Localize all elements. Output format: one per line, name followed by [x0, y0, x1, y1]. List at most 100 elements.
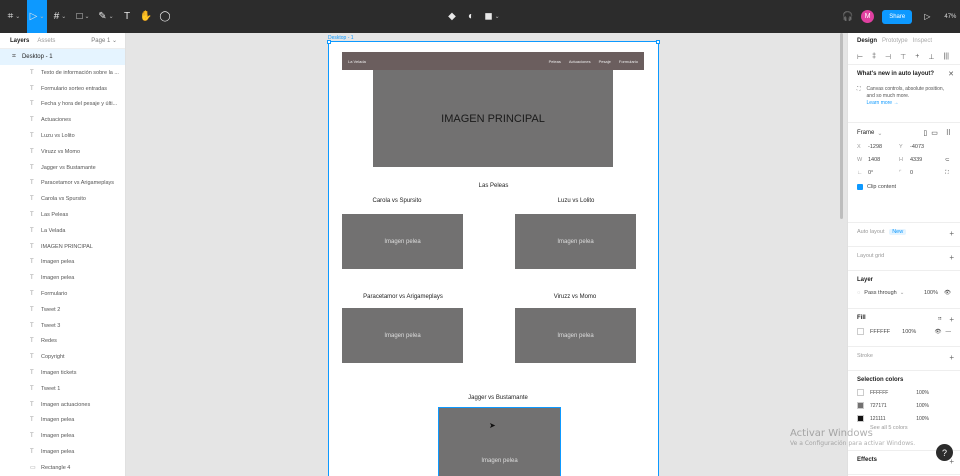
- layer-item[interactable]: ▭ Rectangle 4: [0, 460, 125, 476]
- component-button[interactable]: ◆: [444, 0, 460, 33]
- fill-swatch[interactable]: [857, 328, 864, 335]
- y-value[interactable]: -4073: [910, 144, 924, 150]
- headphones-icon[interactable]: 🎧: [842, 0, 853, 33]
- portrait-icon[interactable]: ▯: [923, 129, 927, 137]
- resize-handle-top-right[interactable]: [656, 40, 660, 44]
- close-icon[interactable]: ✕: [948, 70, 954, 78]
- layer-item[interactable]: T Jagger vs Bustamante: [0, 160, 125, 176]
- add-fill-icon[interactable]: +: [949, 315, 954, 324]
- fight-image-5[interactable]: Imagen pelea: [438, 407, 561, 476]
- fill-styles-icon[interactable]: ⠶: [938, 315, 942, 322]
- boolean-button[interactable]: ◼ ⌄: [482, 0, 502, 33]
- color-hex[interactable]: 121111: [870, 416, 886, 422]
- layer-item[interactable]: T Redes: [0, 334, 125, 350]
- tab-inspect[interactable]: Inspect: [913, 38, 932, 44]
- w-value[interactable]: 1408: [868, 157, 880, 163]
- landscape-icon[interactable]: ▭: [931, 129, 938, 137]
- add-stroke-icon[interactable]: +: [949, 353, 954, 362]
- rotation-value[interactable]: 0°: [868, 170, 873, 177]
- present-icon[interactable]: ▷: [924, 0, 930, 33]
- text-tool-button[interactable]: T: [119, 0, 135, 33]
- color-swatch[interactable]: [857, 389, 864, 396]
- x-value[interactable]: -1298: [868, 144, 882, 150]
- tab-assets[interactable]: Assets: [37, 38, 55, 44]
- resize-handle-top-left[interactable]: [327, 40, 331, 44]
- color-swatch[interactable]: [857, 415, 864, 422]
- layer-item[interactable]: T Paracetamor vs Arigameplays: [0, 176, 125, 192]
- avatar[interactable]: M: [861, 10, 875, 23]
- zoom-level[interactable]: 47%: [944, 14, 956, 20]
- tab-layers[interactable]: Layers: [10, 38, 29, 44]
- layer-item[interactable]: T Tweet 1: [0, 381, 125, 397]
- add-layout-grid-icon[interactable]: +: [949, 253, 954, 262]
- layer-item[interactable]: T Formulario sorteo entradas: [0, 81, 125, 97]
- layer-item[interactable]: T Tweet 2: [0, 302, 125, 318]
- layer-item[interactable]: T Imagen tickets: [0, 365, 125, 381]
- selection-color-row[interactable]: 121111 100%: [857, 415, 951, 422]
- tab-design[interactable]: Design: [857, 38, 877, 44]
- mask-button[interactable]: ◐: [463, 0, 479, 33]
- h-value[interactable]: 4339: [910, 157, 922, 163]
- main-menu-button[interactable]: ⌗ ⌄: [4, 0, 24, 33]
- hand-tool-button[interactable]: ✋: [138, 0, 154, 33]
- shape-tool-button[interactable]: □ ⌄: [73, 0, 93, 33]
- desktop-frame[interactable]: La Velada Peleas Actuaciones Pesaje Form…: [327, 40, 660, 476]
- page-selector[interactable]: Page 1 ⌄: [91, 37, 117, 44]
- add-auto-layout-icon[interactable]: +: [949, 229, 954, 238]
- fill-opacity[interactable]: 100%: [902, 329, 916, 335]
- layer-item[interactable]: T Las Peleas: [0, 207, 125, 223]
- frame-tool-button[interactable]: # ⌄: [50, 0, 70, 33]
- pen-tool-button[interactable]: ✎ ⌄: [96, 0, 116, 33]
- layer-item[interactable]: T La Velada: [0, 223, 125, 239]
- align-right-icon[interactable]: ⊣: [885, 53, 891, 61]
- blend-mode-value[interactable]: Pass through: [864, 290, 896, 296]
- layer-item[interactable]: T Imagen pelea: [0, 413, 125, 429]
- canvas-scrollbar[interactable]: [840, 33, 843, 219]
- remove-fill-icon[interactable]: —: [946, 329, 952, 335]
- share-button[interactable]: Share: [882, 9, 913, 24]
- tab-prototype[interactable]: Prototype: [882, 38, 908, 44]
- align-bottom-icon[interactable]: ⊥: [928, 53, 934, 61]
- layer-item[interactable]: T Actuaciones: [0, 112, 125, 128]
- layer-item[interactable]: T Imagen actuaciones: [0, 397, 125, 413]
- move-tool-button[interactable]: ▷ ⌄: [27, 0, 47, 33]
- clip-content-checkbox[interactable]: [857, 184, 863, 190]
- selection-color-row[interactable]: 727171 100%: [857, 402, 951, 409]
- eye-icon[interactable]: 👁: [935, 329, 942, 335]
- layer-item[interactable]: T Copyright: [0, 349, 125, 365]
- fill-hex[interactable]: FFFFFF: [870, 329, 890, 335]
- layer-item[interactable]: T Formulario: [0, 286, 125, 302]
- layer-item[interactable]: T Luzu vs Lolito: [0, 128, 125, 144]
- align-center-h-icon[interactable]: ‡: [872, 53, 876, 60]
- learn-more-link[interactable]: Learn more →: [867, 100, 951, 107]
- layer-frame-desktop[interactable]: ⌗ Desktop - 1: [0, 49, 125, 65]
- layer-item[interactable]: T Imagen pelea: [0, 428, 125, 444]
- layer-item[interactable]: T Fecha y hora del pesaje y últi...: [0, 97, 125, 113]
- comment-tool-button[interactable]: ◯: [157, 0, 173, 33]
- frame-label[interactable]: Desktop - 1: [328, 35, 354, 41]
- independent-corners-icon[interactable]: ⛶: [945, 170, 949, 177]
- color-hex[interactable]: 727171: [870, 403, 887, 409]
- align-left-icon[interactable]: ⊢: [857, 53, 863, 61]
- radius-value[interactable]: 0: [910, 170, 913, 177]
- eye-icon[interactable]: 👁: [944, 290, 951, 296]
- layer-item[interactable]: T Imagen pelea: [0, 270, 125, 286]
- layer-item[interactable]: T Texto de información sobre la ...: [0, 65, 125, 81]
- layer-item[interactable]: T Viruzz vs Momo: [0, 144, 125, 160]
- layer-item[interactable]: T Imagen pelea: [0, 255, 125, 271]
- grid-icon[interactable]: ⠿: [946, 129, 951, 137]
- layer-item[interactable]: T Carola vs Spursito: [0, 191, 125, 207]
- layer-item[interactable]: T Tweet 3: [0, 318, 125, 334]
- layer-item[interactable]: T Imagen pelea: [0, 444, 125, 460]
- selection-color-row[interactable]: FFFFFF 100%: [857, 389, 951, 396]
- align-center-v-icon[interactable]: +: [915, 53, 919, 60]
- align-top-icon[interactable]: ⊤: [900, 53, 906, 61]
- distribute-icon[interactable]: |||: [943, 53, 948, 60]
- layer-opacity[interactable]: 100%: [924, 290, 938, 296]
- color-hex[interactable]: FFFFFF: [870, 390, 888, 396]
- help-button[interactable]: ?: [936, 444, 953, 461]
- canvas[interactable]: Desktop - 1 La Velada Peleas Actuaciones…: [126, 33, 843, 476]
- frame-section-title[interactable]: Frame: [857, 130, 874, 136]
- color-swatch[interactable]: [857, 402, 864, 409]
- layer-item[interactable]: T IMAGEN PRINCIPAL: [0, 239, 125, 255]
